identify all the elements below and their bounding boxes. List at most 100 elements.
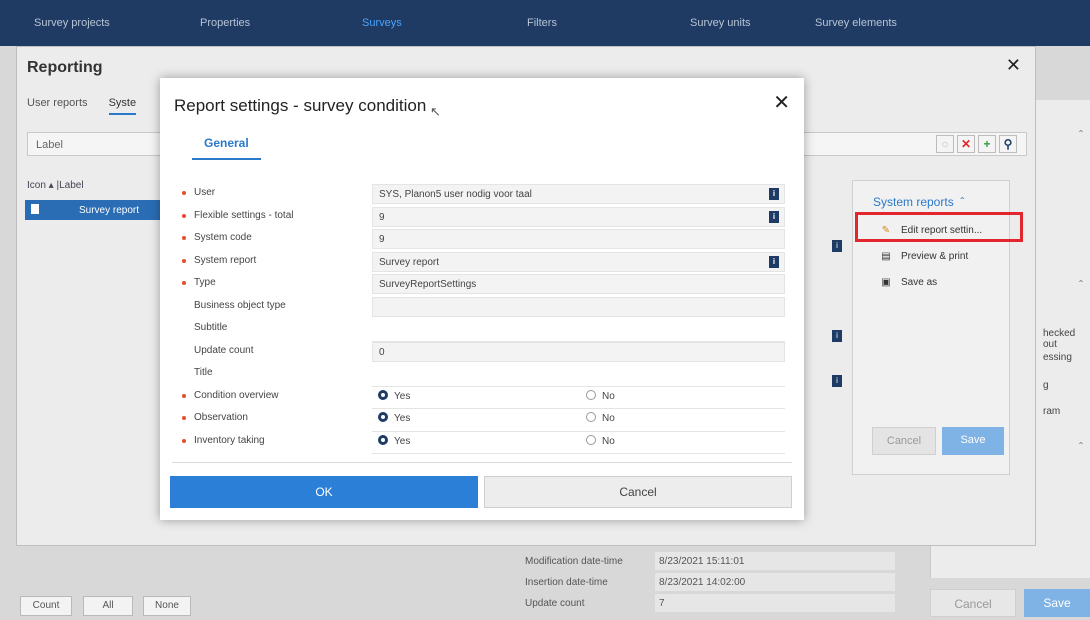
condition-overview-no-radio[interactable]: No [586,389,615,402]
close-icon[interactable]: ✕ [773,90,790,115]
flexible-settings-field[interactable]: 9 [372,206,785,227]
count-button[interactable]: Count [20,596,72,616]
field-label: Type [194,277,216,288]
search-toolbar: ○ ✕ + ⚲ [936,135,1017,153]
radio-empty-icon [586,434,596,445]
required-indicator [182,281,186,285]
delete-icon[interactable]: ✕ [957,135,975,153]
divider [172,462,792,463]
field-label: Update count [525,598,585,609]
chevron-up-icon[interactable]: ˆ [1079,278,1083,292]
info-icon[interactable]: i [832,240,842,252]
form-row-system-report: System report Survey report i [172,251,792,275]
save-icon: ▣ [881,277,891,288]
observation-no-radio[interactable]: No [586,412,615,424]
tab-user-reports[interactable]: User reports [27,97,88,113]
list-item[interactable]: Survey report [25,200,165,220]
field-label: Title [194,367,213,378]
form-row-title: Title [172,364,792,387]
info-icon[interactable]: i [832,330,842,342]
save-as-action[interactable]: ▣ Save as [881,277,937,288]
field-value: 7 [655,594,895,612]
settings-form: User SYS, Planon5 user nodig voor taal i… [172,184,792,454]
cancel-button[interactable]: Cancel [872,427,936,455]
fragment-text: essing [1043,352,1072,363]
condition-overview-yes-radio[interactable]: Yes [378,389,410,402]
info-icon[interactable]: i [769,188,779,200]
observation-yes-radio[interactable]: Yes [378,412,410,424]
required-indicator [182,438,186,443]
cancel-button[interactable]: Cancel [930,589,1016,617]
field-label: User [194,187,216,198]
type-field[interactable]: SurveyReportSettings [372,274,785,294]
system-reports-title[interactable]: System reports ˆ [873,195,964,209]
field-label: Flexible settings - total [194,209,294,221]
required-indicator [182,213,186,218]
field-label: Inventory taking [194,434,265,446]
form-row-observation: Observation Yes No [172,409,792,432]
info-icon[interactable]: i [769,255,779,268]
all-button[interactable]: All [83,596,133,616]
info-icon[interactable]: i [769,210,779,223]
required-indicator [182,191,186,195]
form-row-inventory-taking: Inventory taking Yes No [172,432,792,454]
business-object-type-field[interactable] [372,296,785,317]
update-count-field[interactable]: 0 [372,341,785,362]
report-settings-dialog: Report settings - survey condition ✕ Gen… [160,78,804,520]
user-field[interactable]: SYS, Planon5 user nodig voor taal [372,184,785,204]
chevron-up-icon[interactable]: ˆ [1079,440,1083,454]
required-indicator [182,416,186,420]
form-row-system-code: System code 9 [172,229,792,252]
radio-selected-icon [378,389,388,400]
inventory-taking-yes-radio[interactable]: Yes [378,434,410,447]
reporting-title: Reporting [27,59,103,76]
fragment-text: g [1043,380,1049,391]
preview-print-action[interactable]: ▤ Preview & print [881,251,968,262]
tab-properties[interactable]: Properties [200,17,250,29]
field-label: Observation [194,412,248,423]
none-button[interactable]: None [143,596,191,616]
inventory-taking-no-radio[interactable]: No [586,434,615,447]
divider [372,453,785,454]
save-button[interactable]: Save [1024,589,1090,617]
field-value: 8/23/2021 14:02:00 [655,573,895,591]
tab-survey-elements[interactable]: Survey elements [815,17,897,29]
tab-survey-units[interactable]: Survey units [690,17,751,29]
tab-surveys[interactable]: Surveys [362,17,402,29]
tab-survey-projects[interactable]: Survey projects [34,17,110,29]
radio-selected-icon [378,412,388,422]
system-report-field[interactable]: Survey report [372,251,785,272]
print-icon: ▤ [881,251,891,262]
dialog-title: Report settings - survey condition [174,96,427,115]
ok-button[interactable]: OK [170,476,478,508]
field-label: Business object type [194,299,286,311]
required-indicator [182,393,186,398]
field-label: Update count [194,344,254,356]
radio-selected-icon [378,434,388,445]
tab-general[interactable]: General [192,136,261,160]
tab-filters[interactable]: Filters [527,17,557,29]
form-row-update-count: Update count 0 [172,341,792,365]
form-row-type: Type SurveyReportSettings [172,274,792,297]
search-icon[interactable]: ⚲ [999,135,1017,153]
save-button[interactable]: Save [942,427,1004,455]
reporting-tabs: User reports Syste [27,97,154,123]
clear-icon[interactable]: ○ [936,135,954,153]
info-icon[interactable]: i [832,375,842,387]
list-header[interactable]: Icon ▴ |Label [27,180,84,191]
top-navigation: Survey projects Properties Surveys Filte… [0,0,1090,46]
tab-system-reports[interactable]: Syste [108,97,137,115]
cancel-button[interactable]: Cancel [484,476,792,508]
close-icon[interactable]: ✕ [1006,55,1021,76]
field-label: System code [194,232,252,243]
form-row-business-object-type: Business object type [172,296,792,320]
form-row-flexible-settings: Flexible settings - total 9 i [172,206,792,230]
field-value: 8/23/2021 15:11:01 [655,552,895,570]
system-code-field[interactable]: 9 [372,229,785,249]
field-label: Condition overview [194,389,279,401]
radio-empty-icon [586,389,596,400]
chevron-up-icon[interactable]: ˆ [1079,128,1083,142]
mouse-cursor-icon: ↖ [430,104,441,119]
field-label: System report [194,254,257,266]
add-icon[interactable]: + [978,135,996,153]
